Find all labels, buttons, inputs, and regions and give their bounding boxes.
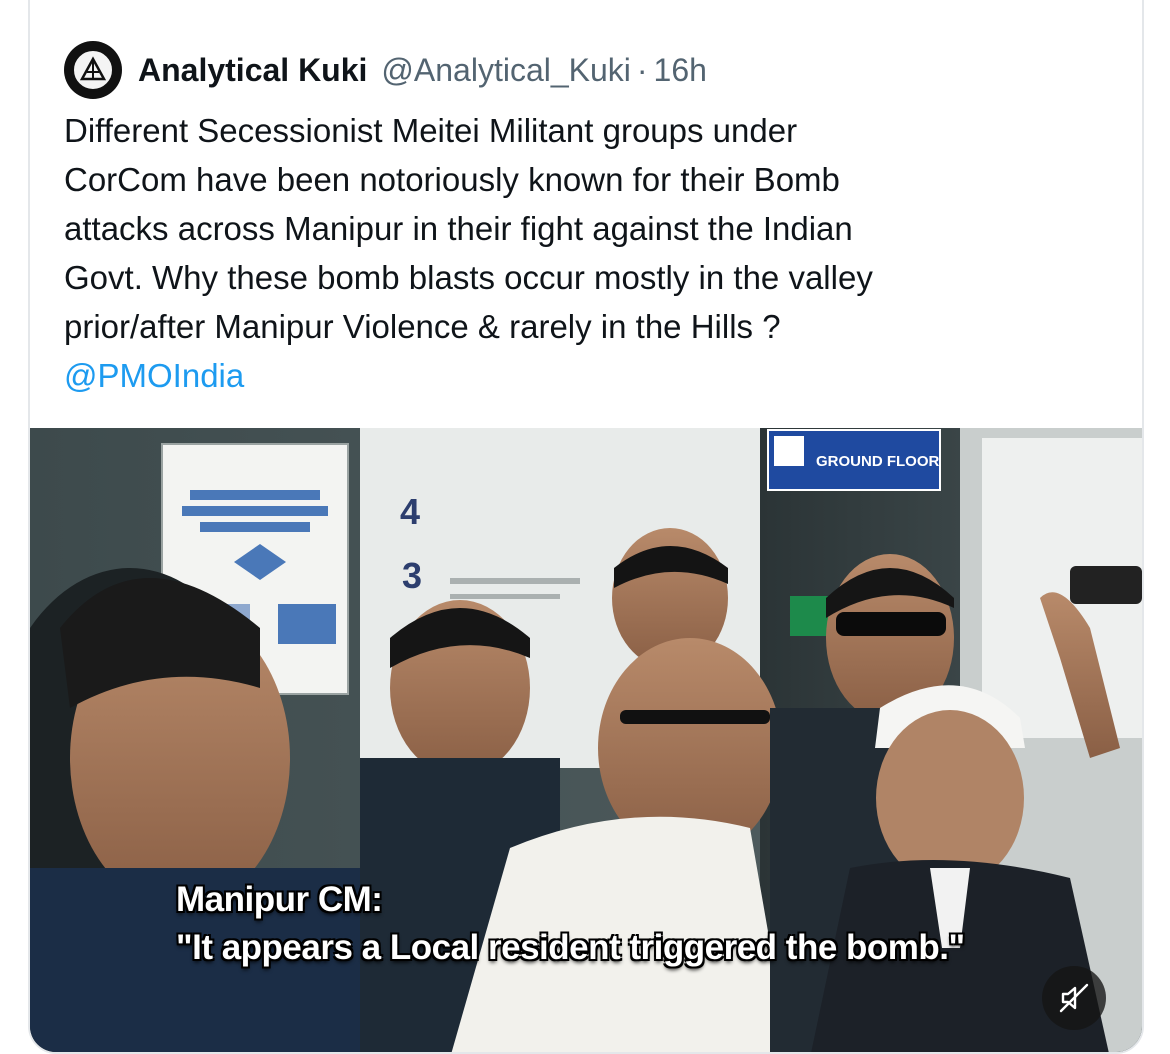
tweet-text-line: Govt. Why these bomb blasts occur mostly… (64, 259, 873, 296)
ground-floor-sign: GROUND FLOOR (816, 453, 939, 470)
mute-button[interactable] (1042, 966, 1106, 1030)
mention-link[interactable]: @PMOIndia (64, 351, 1114, 400)
timestamp[interactable]: 16h (654, 52, 707, 89)
tweet-text-line: attacks across Manipur in their fight ag… (64, 210, 853, 247)
tweet-text-line: CorCom have been notoriously known for t… (64, 161, 840, 198)
author-name[interactable]: Analytical Kuki (138, 52, 367, 89)
separator: · (636, 51, 648, 88)
tweet-text-line: prior/after Manipur Violence & rarely in… (64, 308, 781, 345)
avatar[interactable] (64, 41, 122, 99)
tweet-card[interactable]: Analytical Kuki @Analytical_Kuki · 16h D… (28, 0, 1144, 1054)
tweet-text: Different Secessionist Meitei Militant g… (64, 106, 1114, 400)
video-caption: Manipur CM: "It appears a Local resident… (176, 876, 965, 972)
caption-quote: "It appears a Local resident triggered t… (176, 928, 965, 967)
tweet-header: Analytical Kuki @Analytical_Kuki · 16h (64, 40, 707, 100)
floor-number-3: 3 (402, 555, 422, 596)
avatar-logo-icon (71, 48, 115, 92)
caption-speaker: Manipur CM: (176, 880, 383, 919)
speaker-muted-icon (1059, 983, 1089, 1013)
floor-number-4: 4 (400, 491, 420, 532)
author-handle[interactable]: @Analytical_Kuki (381, 52, 630, 89)
video-player[interactable]: 4 3 GROUND FLOOR Manipur CM: "It appears… (30, 428, 1142, 1052)
tweet-text-line: Different Secessionist Meitei Militant g… (64, 112, 798, 149)
